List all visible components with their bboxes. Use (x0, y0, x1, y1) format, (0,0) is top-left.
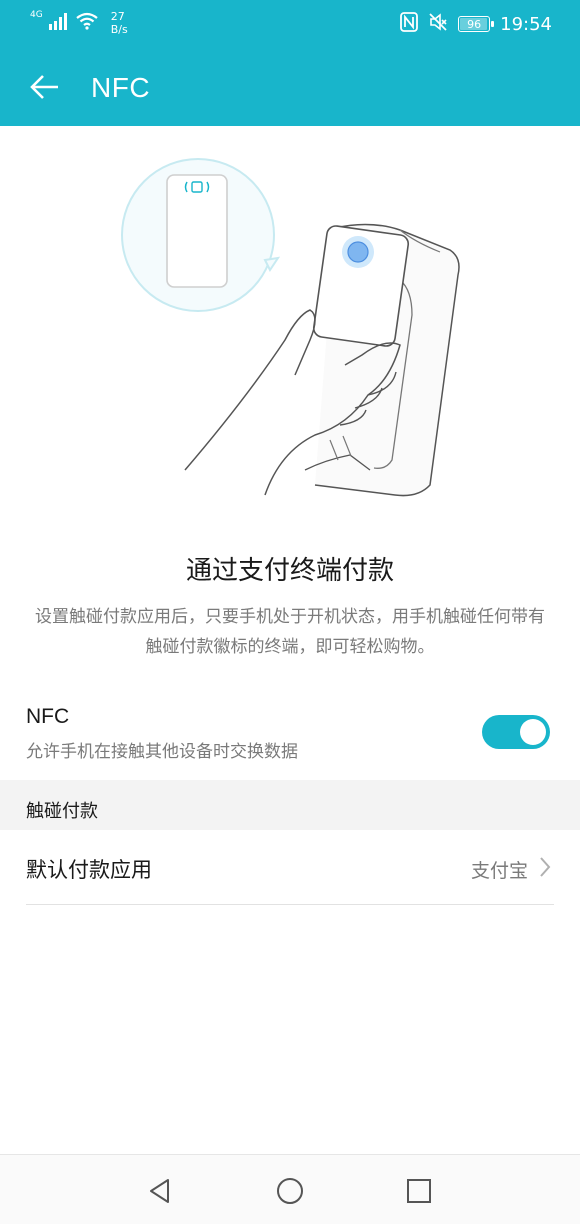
chevron-right-icon (540, 857, 551, 877)
status-bar: 4G 27 B/s 96 19:54 (0, 0, 580, 48)
home-circle-icon (277, 1178, 303, 1204)
back-button[interactable] (20, 62, 70, 112)
signal-icon (48, 12, 69, 34)
back-triangle-icon (150, 1179, 169, 1203)
clock: 19:54 (500, 13, 552, 35)
row-divider (26, 904, 554, 905)
recents-square-icon (407, 1179, 431, 1203)
nfc-setting-title: NFC (26, 705, 70, 728)
nfc-toggle[interactable] (482, 715, 550, 749)
tap-payment-group-header: 触碰付款 (0, 780, 580, 830)
speed-value: 27 (110, 10, 125, 23)
system-nav-bar (0, 1154, 580, 1224)
group-header-label: 触碰付款 (26, 801, 98, 822)
network-type: 4G (30, 9, 43, 20)
section-heading: 通过支付终端付款 (185, 556, 394, 586)
battery-icon: 96 (458, 16, 495, 32)
battery-percent: 96 (467, 17, 482, 31)
network-speed: 27 B/s (111, 10, 128, 36)
default-payment-app-value: 支付宝 (470, 860, 528, 882)
status-left: 4G 27 B/s (30, 10, 128, 36)
nfc-setting-row[interactable]: NFC 允许手机在接触其他设备时交换数据 (0, 695, 580, 780)
nfc-status-icon (400, 12, 419, 36)
app-bar: NFC (0, 48, 580, 126)
nav-recents-button[interactable] (399, 1171, 439, 1211)
page-title: NFC (91, 72, 151, 103)
nfc-setting-subtitle: 允许手机在接触其他设备时交换数据 (26, 742, 298, 762)
default-payment-app-label: 默认付款应用 (26, 858, 152, 882)
arrow-left-icon (30, 75, 58, 99)
section-description: 设置触碰付款应用后，只要手机处于开机状态，用手机触碰任何带有触碰付款徽标的终端，… (35, 607, 545, 657)
speed-unit: B/s (110, 23, 128, 36)
nav-back-button[interactable] (140, 1171, 180, 1211)
phone-bubble-illustration (121, 158, 281, 312)
wifi-icon (75, 12, 99, 34)
nav-home-button[interactable] (270, 1171, 310, 1211)
default-payment-app-row[interactable]: 默认付款应用 支付宝 (0, 830, 580, 904)
status-right: 96 19:54 (400, 12, 552, 36)
mute-icon (428, 12, 448, 36)
nfc-payment-illustration (121, 158, 460, 497)
toggle-knob (520, 719, 546, 745)
